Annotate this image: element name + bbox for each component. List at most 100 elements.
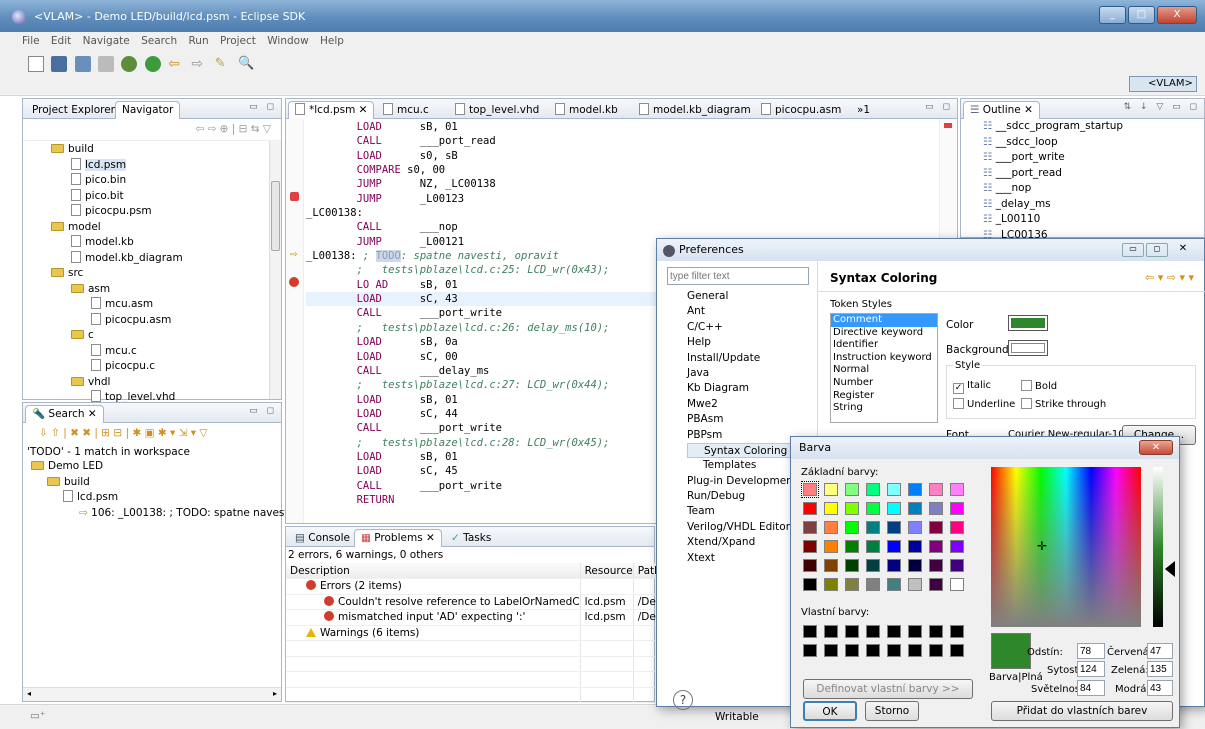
outline-item[interactable]: ☷ ___port_read (983, 166, 1204, 182)
blue-input[interactable] (1147, 680, 1173, 696)
fast-view-icon[interactable]: ▭⁺ (30, 710, 45, 722)
run-icon[interactable] (144, 56, 161, 72)
basic-color-swatch[interactable] (866, 521, 880, 534)
editor-tab[interactable]: *lcd.psm ✕ (288, 101, 375, 119)
back-icon[interactable]: ⇦ (168, 56, 184, 72)
navigator-item[interactable]: model.kb_diagram (23, 250, 281, 267)
editor-tab[interactable]: picocpu.asm (754, 101, 848, 119)
maximize-button[interactable]: □ (1128, 6, 1155, 24)
background-button[interactable] (1008, 340, 1048, 356)
preferences-tree-item[interactable]: Java (687, 366, 817, 381)
underline-checkbox[interactable]: Underline (953, 398, 1015, 410)
editor-tab[interactable]: model.kb (548, 101, 625, 119)
basic-color-swatch[interactable] (866, 578, 880, 591)
tab-problems[interactable]: ▦ Problems ✕ (354, 529, 442, 547)
menu-project[interactable]: Project (220, 35, 256, 47)
error-marker-icon[interactable] (290, 192, 299, 201)
tab-search[interactable]: 🔦 Search ✕ (25, 405, 104, 423)
navigator-item[interactable]: picocpu.psm (23, 204, 281, 220)
editor-tab[interactable]: mcu.c (376, 101, 436, 119)
basic-color-swatch[interactable] (866, 559, 880, 572)
custom-color-swatch[interactable] (803, 625, 817, 638)
custom-color-swatch[interactable] (887, 625, 901, 638)
tab-project-explorer[interactable]: Project Explorer (25, 101, 122, 119)
basic-color-swatch[interactable] (866, 502, 880, 515)
menu-run[interactable]: Run (188, 35, 208, 47)
close-button[interactable]: X (1157, 6, 1197, 24)
basic-color-swatch[interactable] (908, 559, 922, 572)
custom-color-swatch[interactable] (866, 644, 880, 657)
column-resource[interactable]: Resource (580, 563, 634, 579)
basic-color-swatch[interactable] (824, 578, 838, 591)
basic-color-swatch[interactable] (803, 502, 817, 515)
luminance-input[interactable] (1077, 680, 1105, 696)
outline-item[interactable]: ☷ _L00110 (983, 212, 1204, 228)
basic-color-swatch[interactable] (908, 483, 922, 496)
basic-color-swatch[interactable] (824, 521, 838, 534)
menu-file[interactable]: File (22, 35, 40, 47)
custom-color-swatch[interactable] (929, 625, 943, 638)
custom-color-swatch[interactable] (908, 625, 922, 638)
preferences-tree-item[interactable]: Kb Diagram (687, 381, 817, 396)
basic-color-swatch[interactable] (908, 502, 922, 515)
storno-button[interactable]: Storno (865, 701, 919, 721)
basic-color-swatch[interactable] (929, 521, 943, 534)
outline-min-max[interactable]: ⇅ ↓ ▽ ▭ ◻ (1124, 102, 1200, 112)
preferences-tree-item[interactable]: Mwe2 (687, 397, 817, 412)
basic-color-swatch[interactable] (908, 578, 922, 591)
outline-item[interactable]: ☷ _delay_ms (983, 197, 1204, 213)
menu-navigate[interactable]: Navigate (83, 35, 130, 47)
green-input[interactable] (1147, 661, 1173, 677)
navigator-item[interactable]: model.kb (23, 235, 281, 251)
custom-color-swatch[interactable] (845, 625, 859, 638)
outline-item[interactable]: ☷ ___port_write (983, 150, 1204, 166)
ok-button[interactable]: OK (803, 701, 857, 721)
saturation-input[interactable] (1077, 661, 1105, 677)
perspective-vlam[interactable]: <VLAM> (1129, 76, 1197, 92)
italic-checkbox[interactable]: ✓ Italic (953, 380, 991, 394)
custom-color-swatch[interactable] (824, 625, 838, 638)
basic-color-swatch[interactable] (824, 559, 838, 572)
tab-tasks[interactable]: ✓ Tasks (444, 529, 498, 547)
custom-color-swatch[interactable] (950, 625, 964, 638)
basic-color-swatch[interactable] (866, 483, 880, 496)
help-icon[interactable]: ? (673, 690, 693, 710)
token-item[interactable]: Number (831, 377, 937, 390)
basic-color-swatch[interactable] (803, 559, 817, 572)
navigator-item[interactable]: asm (23, 282, 281, 298)
menu-window[interactable]: Window (267, 35, 308, 47)
token-item[interactable]: Comment (831, 314, 937, 327)
debug-icon[interactable] (121, 56, 138, 72)
token-item[interactable]: Directive keyword (831, 327, 937, 340)
new-icon[interactable] (28, 56, 44, 72)
basic-color-swatch[interactable] (824, 502, 838, 515)
problem-row[interactable]: mismatched input 'AD' expecting ':' lcd.p… (286, 609, 668, 626)
close-icon[interactable]: ✕ (355, 104, 368, 116)
preferences-minimize[interactable]: ▭ (1122, 243, 1144, 257)
red-input[interactable] (1147, 643, 1173, 659)
basic-color-swatch[interactable] (845, 521, 859, 534)
basic-color-swatch[interactable] (824, 540, 838, 553)
basic-color-swatch[interactable] (887, 502, 901, 515)
editor-min-max[interactable]: ▭ ◻ (925, 102, 953, 112)
token-item[interactable]: Identifier (831, 339, 937, 352)
menu-search[interactable]: Search (141, 35, 177, 47)
define-custom-colors-button[interactable]: Definovat vlastní barvy >> (803, 679, 973, 699)
navigator-item[interactable]: picocpu.asm (23, 312, 281, 329)
editor-tab[interactable]: top_level.vhd (448, 101, 546, 119)
luminance-arrow-icon[interactable] (1165, 561, 1175, 577)
view-min-max[interactable]: ▭ ◻ (249, 102, 277, 112)
basic-color-swatch[interactable] (824, 483, 838, 496)
basic-color-swatch[interactable] (950, 521, 964, 534)
basic-color-swatch[interactable] (929, 559, 943, 572)
column-description[interactable]: Description (286, 563, 581, 579)
navigator-item[interactable]: build (23, 142, 281, 158)
view-min-max[interactable]: ▭ ◻ (249, 406, 277, 416)
save-all-icon[interactable] (74, 56, 91, 72)
filter-input[interactable] (667, 267, 809, 285)
basic-color-swatch[interactable] (845, 578, 859, 591)
token-item[interactable]: Normal (831, 364, 937, 377)
search-result-marker-icon[interactable]: ⇨ (290, 250, 298, 260)
outline-item[interactable]: ☷ __sdcc_loop (983, 135, 1204, 151)
search-hscrollbar[interactable]: ◂ ▸ (23, 687, 281, 701)
